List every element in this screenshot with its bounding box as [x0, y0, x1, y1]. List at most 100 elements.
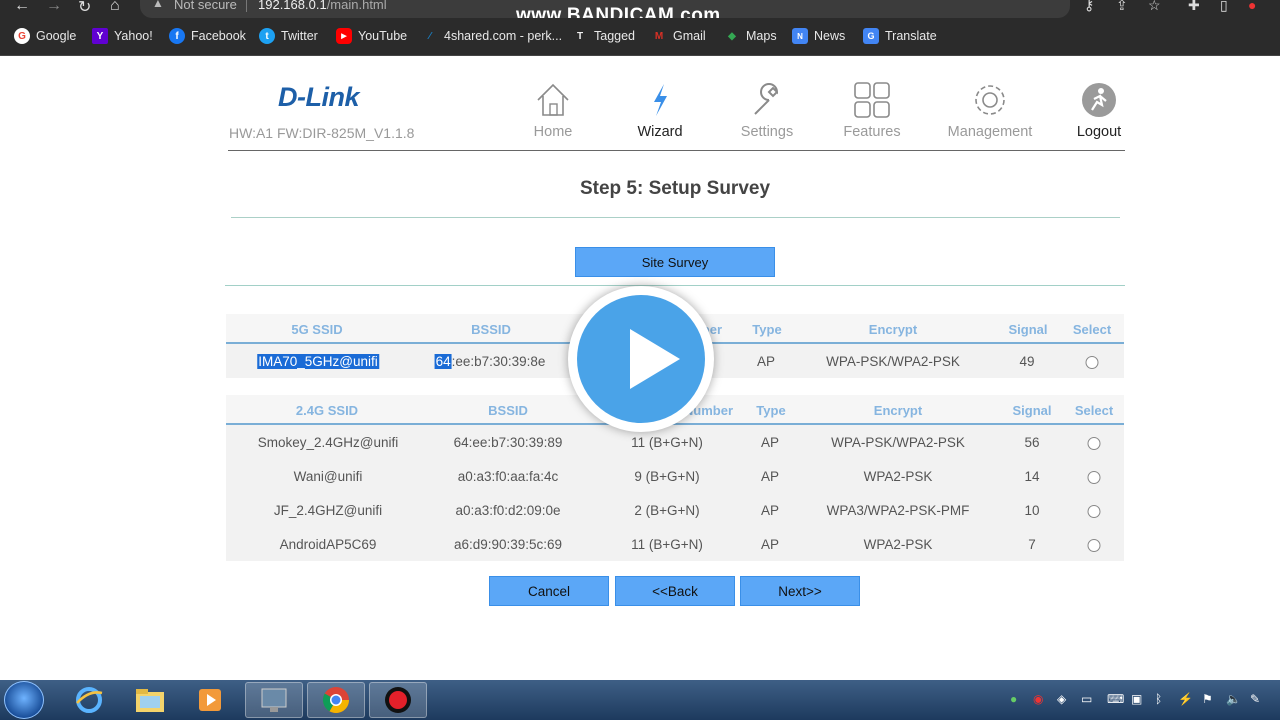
tray-flag-icon[interactable]: ⚑	[1202, 692, 1213, 706]
type-cell: AP	[760, 503, 780, 518]
video-play-overlay[interactable]	[568, 286, 714, 432]
back-arrow-icon[interactable]: ←	[14, 0, 30, 15]
bookmark-google[interactable]: G Google	[14, 27, 76, 45]
col-encrypt: Encrypt	[868, 322, 918, 337]
type-cell: AP	[760, 435, 780, 450]
warning-icon[interactable]: ▲	[152, 0, 164, 10]
select-radio[interactable]	[1087, 539, 1101, 552]
home-button-icon[interactable]: ⌂	[110, 0, 120, 15]
app-taskbar-icon[interactable]	[245, 682, 303, 718]
bookmark-label: Tagged	[594, 29, 636, 43]
share-icon[interactable]: ⇪	[1116, 0, 1128, 14]
col-bssid: BSSID	[471, 322, 511, 337]
tray-app2-icon[interactable]: ◈	[1057, 692, 1066, 706]
not-secure-label[interactable]: Not secure	[174, 0, 237, 12]
nav-wizard[interactable]: Wizard	[610, 80, 710, 140]
table-row[interactable]: Smokey_2.4GHz@unifi 64:ee:b7:30:39:89 11…	[226, 425, 1124, 459]
bluetooth-icon[interactable]: ᛒ	[1155, 692, 1162, 706]
bandicam-taskbar-icon[interactable]	[369, 682, 427, 718]
4shared-icon: ⁄	[429, 30, 431, 42]
key-icon[interactable]: ⚷	[1084, 0, 1094, 14]
select-radio[interactable]	[1087, 505, 1101, 518]
ie-taskbar-icon[interactable]	[60, 682, 118, 718]
sidepanel-icon[interactable]: ▯	[1220, 0, 1228, 14]
table-row[interactable]: JF_2.4GHZ@unifi a0:a3:f0:d2:09:0e 2 (B+G…	[226, 493, 1124, 527]
url-host: 192.168.0.1	[258, 0, 327, 12]
facebook-icon: f	[169, 28, 185, 44]
bookmark-facebook[interactable]: f Facebook	[169, 27, 246, 45]
twitter-icon: t	[259, 28, 275, 44]
chrome-taskbar-icon[interactable]	[307, 682, 365, 718]
ssid-cell: Wani@unifi	[293, 469, 363, 484]
tray-power-icon[interactable]: ⚡	[1178, 692, 1193, 706]
bookmark-tagged[interactable]: T Tagged	[572, 27, 635, 45]
col-select: Select	[1074, 403, 1114, 418]
router-page: D-Link HW:A1 FW:DIR-825M_V1.1.8 Home Wiz…	[0, 56, 1280, 680]
back-button[interactable]: <<Back	[615, 576, 735, 606]
bookmark-4shared[interactable]: ⁄ 4shared.com - perk...	[422, 27, 562, 45]
bookmark-translate[interactable]: G Translate	[863, 27, 937, 45]
ssid-cell: JF_2.4GHZ@unifi	[273, 503, 383, 518]
nav-features[interactable]: Features	[822, 80, 922, 140]
bookmark-label: Translate	[885, 29, 937, 43]
reload-icon[interactable]: ↻	[78, 0, 91, 17]
file-explorer-taskbar-icon[interactable]	[121, 682, 179, 718]
channel-cell: 2 (B+G+N)	[634, 503, 700, 518]
nav-settings-label: Settings	[740, 124, 794, 140]
extensions-icon[interactable]: ✚	[1188, 0, 1200, 14]
yahoo-icon: Y	[92, 28, 108, 44]
address-separator	[246, 0, 247, 12]
bssid-cell: 64:ee:b7:30:39:89	[453, 435, 563, 450]
bookmark-youtube[interactable]: ▶ YouTube	[336, 27, 407, 45]
cancel-button[interactable]: Cancel	[489, 576, 609, 606]
page-title: Step 5: Setup Survey	[579, 178, 771, 199]
bookmark-label: Facebook	[191, 29, 246, 43]
bookmark-news[interactable]: N News	[792, 27, 845, 45]
tray-app-icon[interactable]: ●	[1010, 692, 1017, 706]
nav-wizard-label: Wizard	[637, 124, 683, 140]
survey-divider	[225, 285, 1125, 286]
start-button[interactable]	[4, 681, 44, 719]
google-icon: G	[14, 28, 30, 44]
select-radio[interactable]	[1087, 471, 1101, 484]
volume-icon[interactable]: 🔈	[1226, 692, 1241, 706]
nav-management-label: Management	[947, 124, 1033, 140]
features-grid-icon	[854, 82, 890, 118]
next-button[interactable]: Next>>	[740, 576, 860, 606]
tray-network-app-icon[interactable]: ▭	[1081, 692, 1092, 706]
encrypt-cell: WPA3/WPA2-PSK-PMF	[826, 503, 970, 518]
site-survey-button[interactable]: Site Survey	[575, 247, 775, 277]
profile-avatar-icon[interactable]: ●	[1248, 0, 1256, 13]
bookmark-yahoo[interactable]: Y Yahoo!	[92, 27, 153, 45]
title-divider	[231, 217, 1120, 218]
select-radio[interactable]	[1087, 437, 1101, 450]
bookmark-label: News	[814, 29, 846, 43]
tray-record-icon[interactable]: ◉	[1033, 692, 1043, 706]
col-ssid: 5G SSID	[291, 322, 343, 337]
media-player-taskbar-icon[interactable]	[181, 682, 239, 718]
bookmark-twitter[interactable]: t Twitter	[259, 27, 318, 45]
nav-logout[interactable]: Logout	[1049, 80, 1149, 140]
channel-cell: 11 (B+G+N)	[631, 537, 703, 552]
type-cell: AP	[760, 469, 780, 484]
bookmark-maps[interactable]: ◆ Maps	[724, 27, 776, 45]
tray-pen-icon[interactable]: ✎	[1250, 692, 1260, 706]
tray-monitor-icon[interactable]: ▣	[1131, 692, 1142, 706]
tray-keyboard-icon[interactable]: ⌨	[1107, 692, 1124, 706]
col-type: Type	[752, 322, 782, 337]
nav-home[interactable]: Home	[503, 80, 603, 140]
wrench-icon	[754, 83, 779, 115]
bookmark-gmail[interactable]: M Gmail	[651, 27, 706, 45]
table-row[interactable]: AndroidAP5C69 a6:d9:90:39:5c:69 11 (B+G+…	[226, 527, 1124, 561]
url-text[interactable]: 192.168.0.1/main.html	[258, 0, 387, 12]
dlink-logo: D-Link	[278, 82, 360, 112]
col-ssid: 2.4G SSID	[295, 403, 359, 418]
bookmarks-bar: G Google Y Yahoo! f Facebook t Twitter ▶ YouT…	[0, 18, 1280, 56]
select-radio[interactable]	[1085, 356, 1099, 369]
nav-management[interactable]: Management	[940, 80, 1040, 140]
nav-settings[interactable]: Settings	[717, 80, 817, 140]
forward-arrow-icon[interactable]: →	[46, 0, 62, 15]
logout-icon	[1082, 83, 1116, 117]
table-row[interactable]: Wani@unifi a0:a3:f0:aa:fa:4c 9 (B+G+N) A…	[226, 459, 1124, 493]
star-icon[interactable]: ☆	[1148, 0, 1161, 14]
